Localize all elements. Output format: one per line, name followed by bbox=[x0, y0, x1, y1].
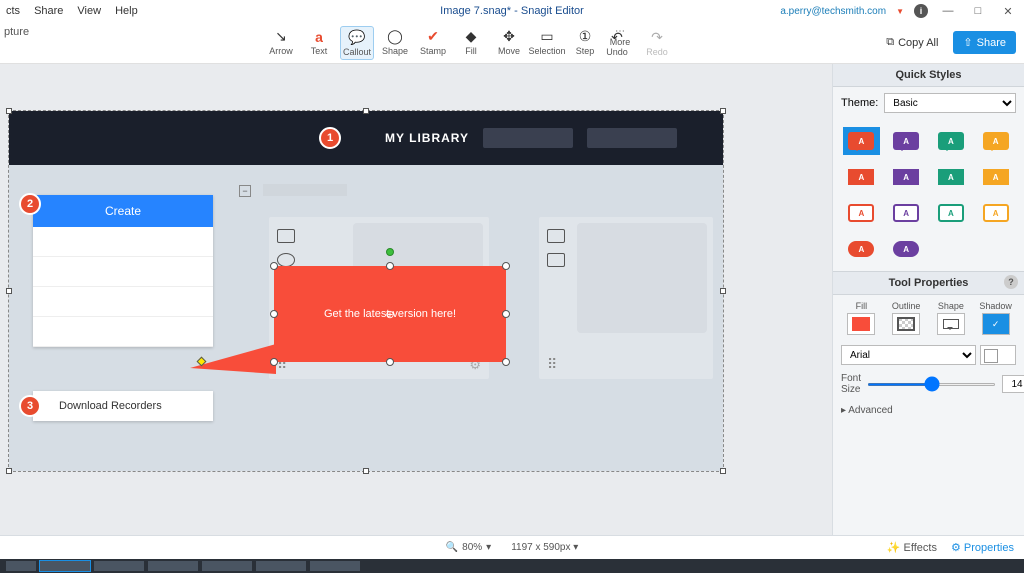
toolbar: pture ↘Arrow aText 💬Callout ◯Shape ✔Stam… bbox=[0, 22, 1024, 64]
menu-cts[interactable]: cts bbox=[6, 5, 20, 17]
thumbnail[interactable] bbox=[202, 561, 252, 571]
menu-share[interactable]: Share bbox=[34, 5, 63, 17]
font-select[interactable]: Arial bbox=[841, 345, 976, 365]
tool-fill[interactable]: ◆Fill bbox=[454, 26, 488, 58]
callout-icon: 💬 bbox=[348, 29, 365, 47]
tool-arrow[interactable]: ↘Arrow bbox=[264, 26, 298, 58]
callout-annotation[interactable]: Get the latest version here! ⊕ bbox=[274, 266, 506, 362]
style-swatch-purple-pill[interactable]: A bbox=[888, 235, 925, 263]
dimensions-display[interactable]: 1197 x 590px ▾ bbox=[511, 542, 578, 553]
effects-button[interactable]: ✨Effects bbox=[887, 541, 937, 554]
outline-picker[interactable] bbox=[892, 313, 920, 335]
style-swatch-red-arrow[interactable]: A bbox=[843, 163, 880, 191]
search-icon: 🔍 bbox=[446, 542, 458, 553]
font-size-slider[interactable] bbox=[867, 383, 996, 386]
tool-stamp[interactable]: ✔Stamp bbox=[416, 26, 450, 58]
tool-callout[interactable]: 💬Callout bbox=[340, 26, 374, 60]
style-swatch-orange-bubble[interactable]: A bbox=[977, 127, 1014, 155]
undo-button[interactable]: ↶Undo bbox=[600, 27, 634, 59]
rotate-handle[interactable] bbox=[386, 248, 394, 256]
tool-group: ↘Arrow aText 💬Callout ◯Shape ✔Stamp ◆Fil… bbox=[264, 26, 634, 60]
font-color-picker[interactable] bbox=[980, 345, 1016, 365]
copy-icon: ⧉ bbox=[886, 36, 894, 49]
shape-picker[interactable] bbox=[937, 313, 965, 335]
thumbnail[interactable] bbox=[94, 561, 144, 571]
tool-text[interactable]: aText bbox=[302, 26, 336, 58]
zoom-level[interactable]: 80% bbox=[462, 542, 482, 553]
quick-styles-grid: A A A A A A A A A A A A A A bbox=[833, 119, 1024, 271]
share-icon: ⇧ bbox=[963, 36, 972, 49]
selection-icon: ▭ bbox=[540, 28, 553, 46]
style-swatch-purple-bubble[interactable]: A bbox=[888, 127, 925, 155]
stamp-icon: ✔ bbox=[427, 28, 439, 46]
tool-shape[interactable]: ◯Shape bbox=[378, 26, 412, 58]
help-icon[interactable]: ? bbox=[1004, 275, 1018, 289]
quick-styles-header: Quick Styles bbox=[833, 64, 1024, 87]
theme-label: Theme: bbox=[841, 97, 878, 109]
info-icon[interactable]: i bbox=[914, 4, 928, 18]
share-button[interactable]: ⇧Share bbox=[953, 31, 1016, 54]
redo-icon: ↷ bbox=[651, 29, 663, 47]
style-swatch-teal-arrow[interactable]: A bbox=[933, 163, 970, 191]
tool-properties-header: Tool Properties ? bbox=[833, 272, 1024, 295]
thumbnail[interactable] bbox=[40, 561, 90, 571]
style-swatch-orange-outline[interactable]: A bbox=[977, 199, 1014, 227]
maximize-button[interactable]: □ bbox=[968, 3, 988, 19]
text-icon: a bbox=[315, 28, 323, 46]
menu-view[interactable]: View bbox=[77, 5, 101, 17]
outline-label: Outline bbox=[892, 301, 921, 311]
style-swatch-teal-outline[interactable]: A bbox=[933, 199, 970, 227]
style-swatch-purple-arrow[interactable]: A bbox=[888, 163, 925, 191]
tool-step[interactable]: ①Step bbox=[568, 26, 602, 58]
close-button[interactable]: ✕ bbox=[998, 3, 1018, 19]
canvas-area[interactable]: 1 MY LIBRARY 2 Create 3 Download Recorde… bbox=[0, 64, 832, 543]
step-icon: ① bbox=[579, 28, 592, 46]
style-swatch-red-pill[interactable]: A bbox=[843, 235, 880, 263]
theme-select[interactable]: Basic bbox=[884, 93, 1016, 113]
undo-icon: ↶ bbox=[611, 29, 623, 47]
menu-bar: cts Share View Help bbox=[0, 5, 138, 17]
fill-picker[interactable] bbox=[847, 313, 875, 335]
tool-selection[interactable]: ▭Selection bbox=[530, 26, 564, 58]
tool-move[interactable]: ✥Move bbox=[492, 26, 526, 58]
wand-icon: ✨ bbox=[887, 541, 901, 554]
side-panel: Quick Styles Theme: Basic A A A A A A A … bbox=[832, 64, 1024, 543]
style-swatch-purple-outline[interactable]: A bbox=[888, 199, 925, 227]
font-size-value[interactable] bbox=[1002, 375, 1024, 393]
advanced-toggle[interactable]: Advanced bbox=[833, 399, 1024, 422]
shape-icon: ◯ bbox=[387, 28, 403, 46]
fill-icon: ◆ bbox=[466, 28, 477, 46]
font-size-label: Font Size bbox=[841, 373, 861, 395]
fill-label: Fill bbox=[856, 301, 868, 311]
thumbnail[interactable] bbox=[310, 561, 360, 571]
properties-button[interactable]: ⚙Properties bbox=[951, 541, 1014, 554]
thumbnail[interactable] bbox=[148, 561, 198, 571]
minimize-button[interactable]: — bbox=[938, 3, 958, 19]
statusbar: 🔍80%▾ 1197 x 590px ▾ ✨Effects ⚙Propertie… bbox=[0, 535, 1024, 559]
thumbnail-strip[interactable] bbox=[0, 559, 1024, 573]
style-swatch-red-bubble[interactable]: A bbox=[843, 127, 880, 155]
account-email[interactable]: a.perry@techsmith.com bbox=[780, 6, 886, 17]
redo-button[interactable]: ↷Redo bbox=[640, 27, 674, 59]
capture-label: pture bbox=[4, 26, 29, 38]
style-swatch-teal-bubble[interactable]: A bbox=[933, 127, 970, 155]
shadow-label: Shadow bbox=[979, 301, 1012, 311]
copy-all-button[interactable]: ⧉Copy All bbox=[877, 31, 947, 54]
window-title: Image 7.snag* - Snagit Editor bbox=[440, 5, 584, 17]
style-swatch-orange-arrow[interactable]: A bbox=[977, 163, 1014, 191]
thumbnail[interactable] bbox=[6, 561, 36, 571]
shape-label: Shape bbox=[938, 301, 964, 311]
titlebar: cts Share View Help Image 7.snag* - Snag… bbox=[0, 0, 1024, 22]
gear-icon: ⚙ bbox=[951, 541, 961, 554]
style-swatch-red-outline[interactable]: A bbox=[843, 199, 880, 227]
shadow-picker[interactable]: ✓ bbox=[982, 313, 1010, 335]
menu-help[interactable]: Help bbox=[115, 5, 138, 17]
thumbnail[interactable] bbox=[256, 561, 306, 571]
arrow-icon: ↘ bbox=[275, 28, 287, 46]
move-icon: ✥ bbox=[503, 28, 515, 46]
